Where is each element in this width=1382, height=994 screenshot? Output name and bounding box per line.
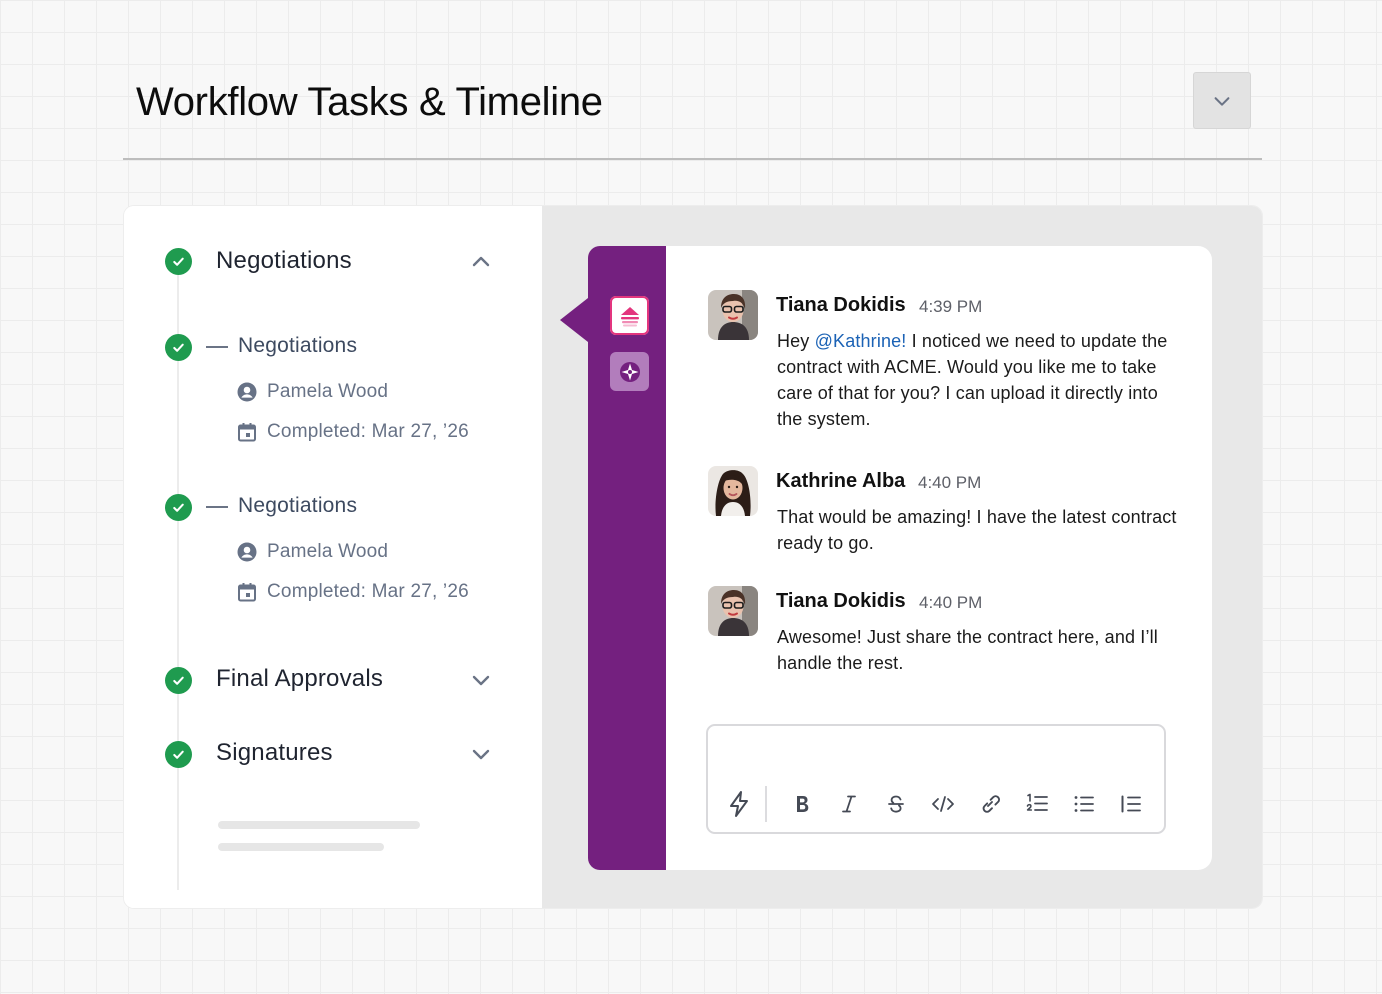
message-author[interactable]: Tiana Dokidis <box>776 590 906 613</box>
toolbar-divider <box>765 786 767 822</box>
message-timestamp: 4:40 PM <box>919 593 983 612</box>
link-icon <box>982 795 1000 813</box>
chevron-up-icon <box>472 256 490 267</box>
page-title: Workflow Tasks & Timeline <box>136 80 603 124</box>
ordered-list-icon <box>1026 793 1048 811</box>
blockquote-icon <box>1121 795 1141 813</box>
message-author[interactable]: Kathrine Alba <box>776 470 905 493</box>
ordered-list-button[interactable] <box>1021 788 1053 820</box>
check-circle-icon <box>165 334 192 361</box>
calendar-icon <box>237 582 257 602</box>
user-avatar-icon <box>237 542 257 562</box>
workflow-card: Negotiations Negotiations Pamela Wood Co… <box>124 206 1262 908</box>
shortcuts-icon <box>730 791 748 817</box>
check-circle-icon <box>165 667 192 694</box>
app-rail <box>588 246 666 870</box>
expand-stage-button[interactable] <box>468 741 494 767</box>
layers-app-button[interactable] <box>610 296 649 335</box>
blockquote-button[interactable] <box>1115 788 1147 820</box>
message-input[interactable] <box>722 736 1150 772</box>
header-divider <box>123 158 1262 160</box>
task-timeline-panel: Negotiations Negotiations Pamela Wood Co… <box>124 206 542 908</box>
message-timestamp: 4:39 PM <box>919 297 983 316</box>
avatar <box>708 586 758 636</box>
message-composer <box>706 724 1166 834</box>
link-button[interactable] <box>974 788 1006 820</box>
bold-icon <box>797 796 809 812</box>
subtask-assignee: Pamela Wood <box>237 541 388 563</box>
subtask-dash <box>206 506 228 508</box>
italic-button[interactable] <box>833 788 865 820</box>
skeleton-line <box>218 821 420 829</box>
stage-signatures-title[interactable]: Signatures <box>216 739 333 767</box>
assignee-name: Pamela Wood <box>267 541 389 562</box>
bulleted-list-button[interactable] <box>1068 788 1100 820</box>
chevron-down-icon <box>472 675 490 686</box>
subtask-dash <box>206 346 228 348</box>
rail-pointer <box>560 298 588 342</box>
message-text: That would be amazing! I have the latest… <box>777 507 1177 553</box>
chevron-down-icon <box>472 749 490 760</box>
subtask-completed-date: Completed: Mar 27, ’26 <box>237 581 469 603</box>
shortcuts-button[interactable] <box>723 788 755 820</box>
strikethrough-button[interactable] <box>880 788 912 820</box>
chat-window: Tiana Dokidis 4:39 PM Hey @Kathrine! I n… <box>666 246 1212 870</box>
compass-app-icon <box>619 361 640 382</box>
chat-message: Kathrine Alba 4:40 PM That would be amaz… <box>708 466 1178 566</box>
stage-final-approvals-title[interactable]: Final Approvals <box>216 665 383 693</box>
stage-negotiations-title[interactable]: Negotiations <box>216 247 352 275</box>
message-author[interactable]: Tiana Dokidis <box>776 294 906 317</box>
subtask-assignee: Pamela Wood <box>237 381 388 403</box>
layers-app-icon <box>620 306 639 326</box>
expand-stage-button[interactable] <box>468 667 494 693</box>
bulleted-list-icon <box>1074 796 1094 812</box>
user-mention-link[interactable]: @Kathrine! <box>815 331 907 351</box>
bold-button[interactable] <box>786 788 818 820</box>
code-icon <box>932 796 954 812</box>
assignee-name: Pamela Wood <box>267 381 389 402</box>
check-circle-icon <box>165 494 192 521</box>
strikethrough-icon <box>888 795 904 813</box>
header-collapse-button[interactable] <box>1193 72 1251 129</box>
skeleton-line <box>218 843 384 851</box>
subtask-title[interactable]: Negotiations <box>238 334 357 358</box>
message-text: Awesome! Just share the contract here, a… <box>777 627 1158 673</box>
collapse-stage-button[interactable] <box>468 249 494 275</box>
completed-date-text: Completed: Mar 27, ’26 <box>267 421 469 442</box>
chat-panel: Tiana Dokidis 4:39 PM Hey @Kathrine! I n… <box>542 206 1262 908</box>
check-circle-icon <box>165 741 192 768</box>
subtask-completed-date: Completed: Mar 27, ’26 <box>237 421 469 443</box>
calendar-icon <box>237 422 257 442</box>
chat-message: Tiana Dokidis 4:40 PM Awesome! Just shar… <box>708 586 1178 686</box>
chevron-down-icon <box>1214 96 1230 106</box>
code-button[interactable] <box>927 788 959 820</box>
message-text: Hey @Kathrine! I noticed we need to upda… <box>777 331 1168 429</box>
avatar <box>708 290 758 340</box>
avatar <box>708 466 758 516</box>
check-circle-icon <box>165 248 192 275</box>
chat-message: Tiana Dokidis 4:39 PM Hey @Kathrine! I n… <box>708 290 1178 440</box>
subtask-title[interactable]: Negotiations <box>238 494 357 518</box>
italic-icon <box>842 795 856 813</box>
message-timestamp: 4:40 PM <box>918 473 982 492</box>
compass-app-button[interactable] <box>610 352 649 391</box>
user-avatar-icon <box>237 382 257 402</box>
completed-date-text: Completed: Mar 27, ’26 <box>267 581 469 602</box>
